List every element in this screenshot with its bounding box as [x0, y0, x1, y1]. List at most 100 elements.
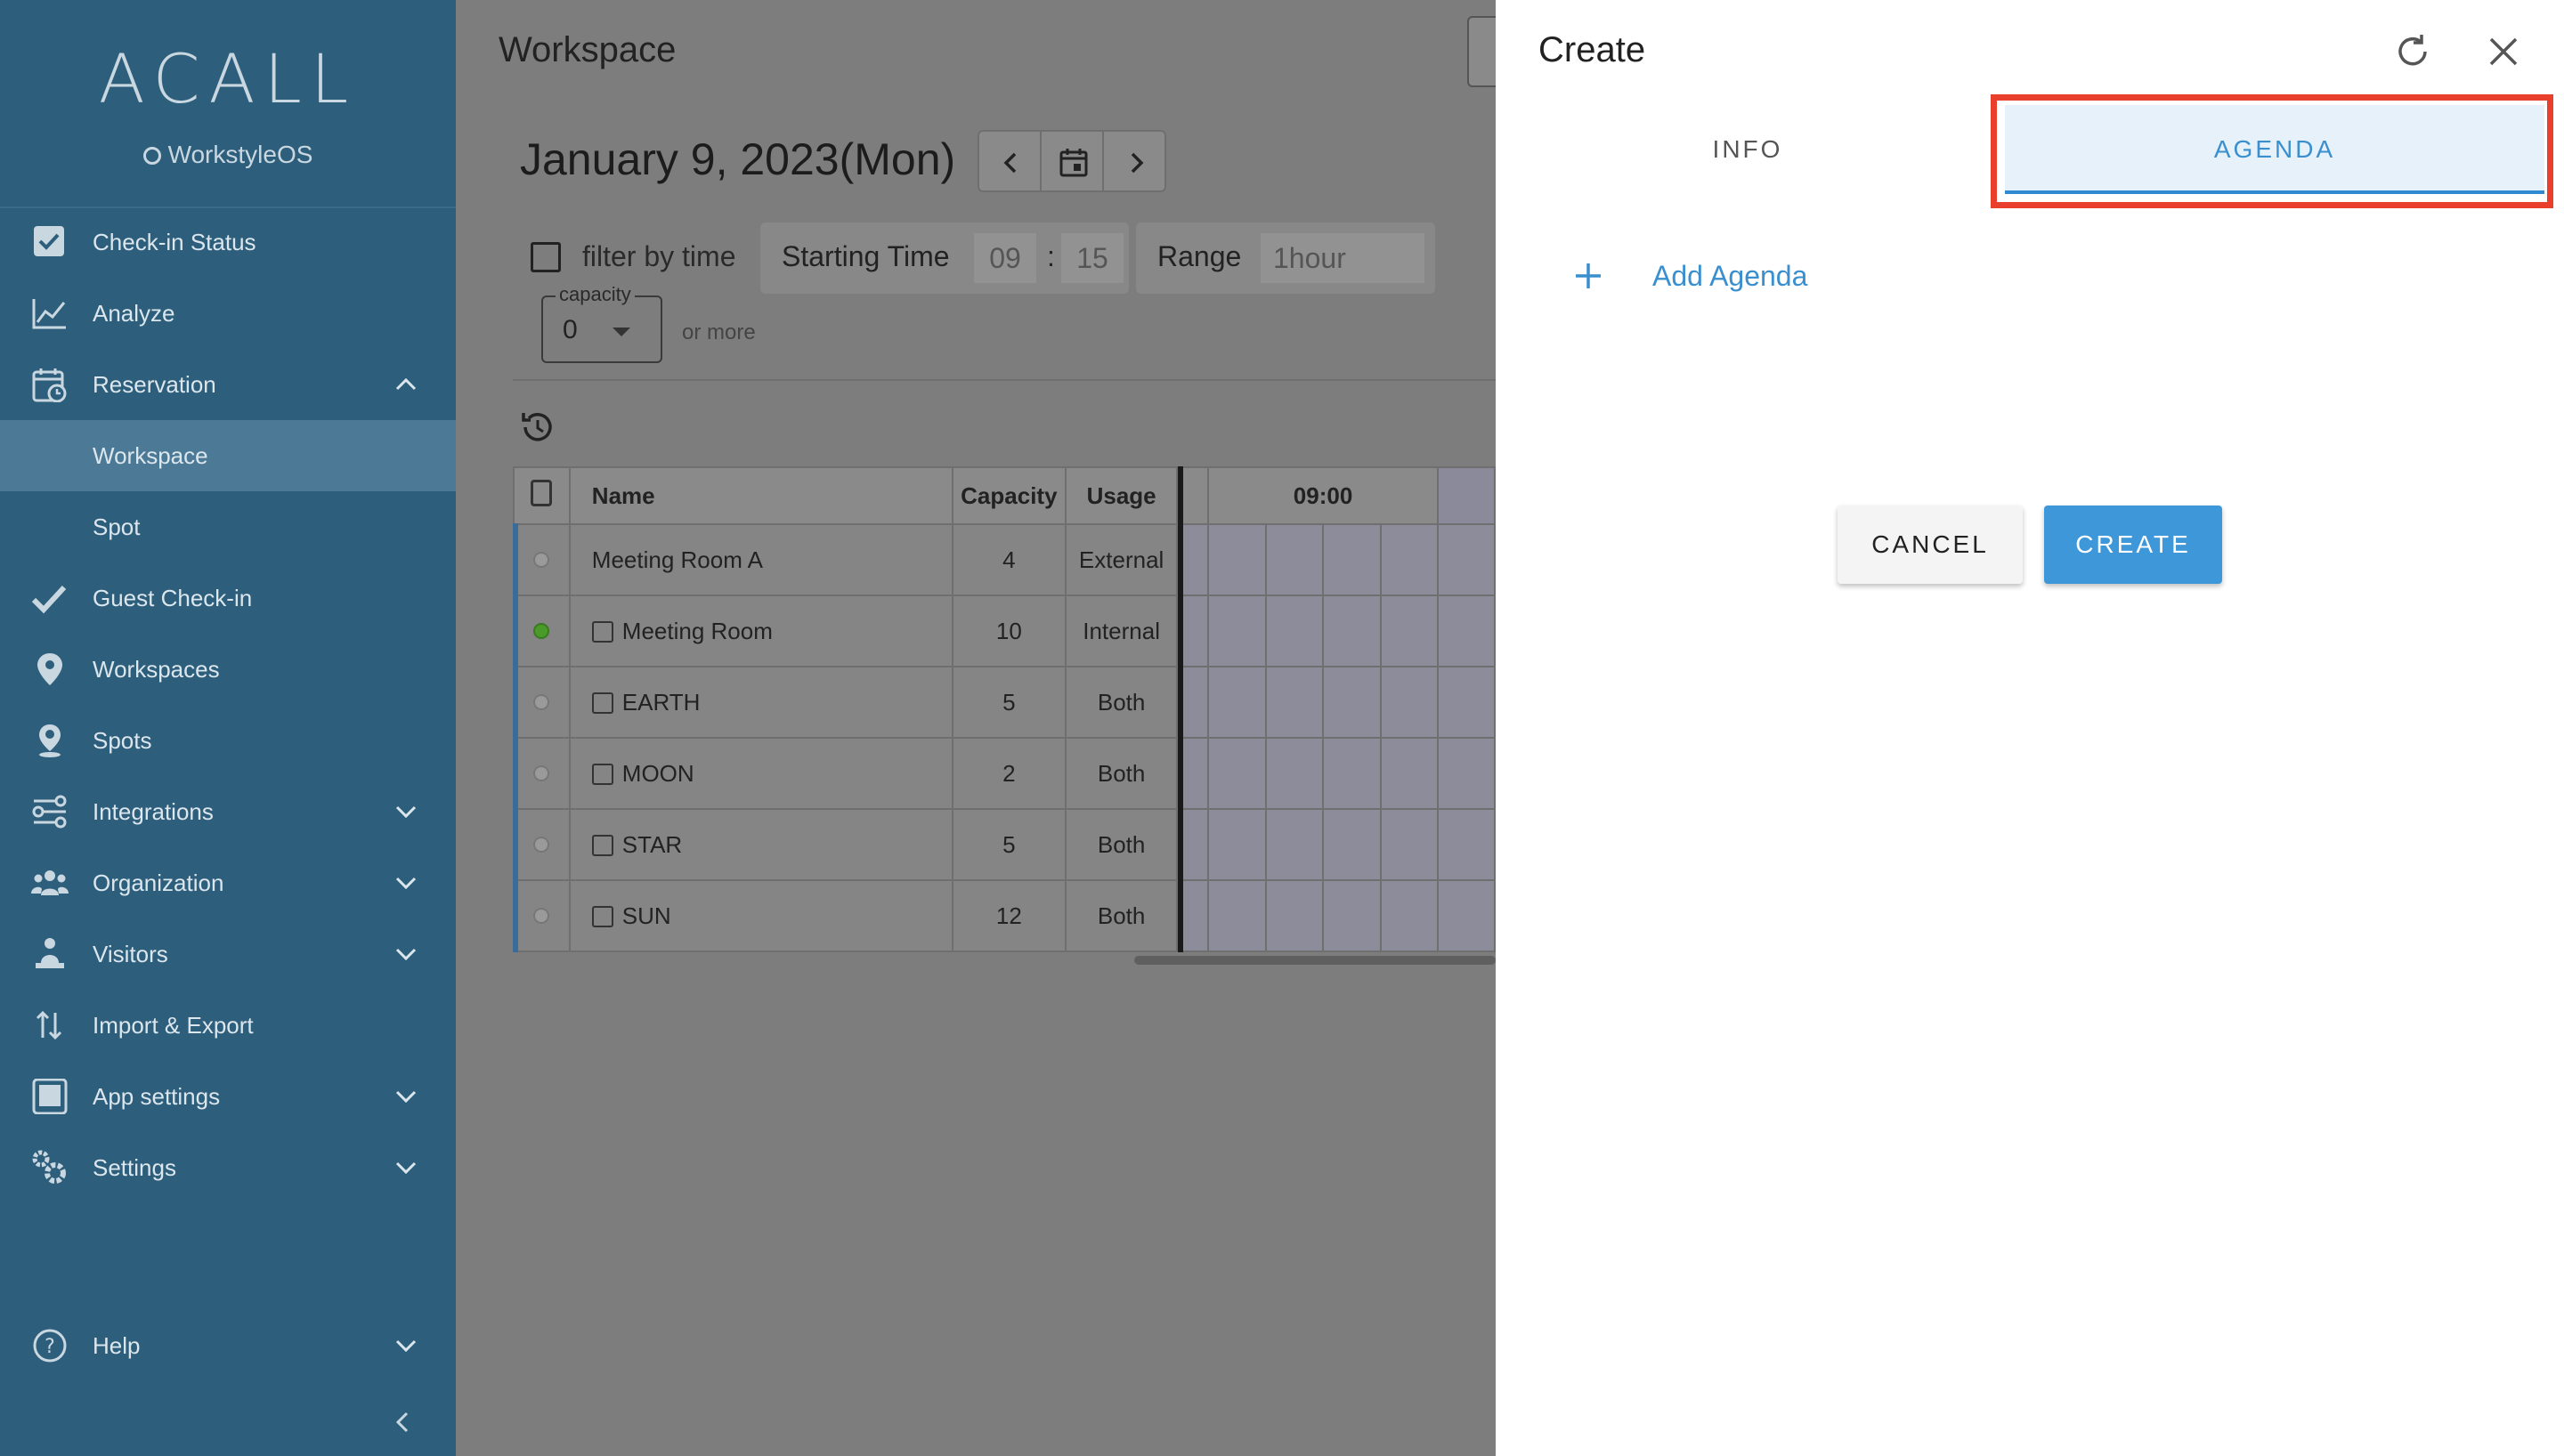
select-all-cell[interactable]	[513, 466, 571, 525]
timeline-slot[interactable]	[1264, 879, 1325, 952]
starting-hour-input[interactable]: 09	[974, 233, 1036, 283]
tab-info[interactable]: INFO	[1496, 105, 2000, 194]
sidebar-item-organization[interactable]: Organization	[0, 847, 456, 918]
timeline-slot[interactable]	[1379, 666, 1439, 739]
sidebar-item-label: Organization	[93, 869, 224, 896]
sidebar-item-guest-check-in[interactable]: Guest Check-in	[0, 562, 456, 634]
row-checkbox[interactable]	[591, 905, 613, 927]
row-select[interactable]	[513, 808, 571, 881]
sidebar-item-app-settings[interactable]: App settings	[0, 1061, 456, 1132]
timeline-slot[interactable]	[1264, 808, 1325, 881]
timeline-slot[interactable]	[1264, 737, 1325, 810]
row-name: STAR	[621, 830, 683, 858]
sidebar-item-reservation[interactable]: Reservation	[0, 349, 456, 420]
sidebar-item-workspace[interactable]: Workspace	[0, 420, 456, 491]
row-select[interactable]	[513, 879, 571, 952]
column-header-usage[interactable]: Usage	[1065, 466, 1179, 525]
timeline-slot[interactable]	[1379, 879, 1439, 952]
timeline-slot[interactable]	[1322, 737, 1382, 810]
row-usage: Both	[1065, 879, 1179, 952]
timeline-slot[interactable]	[1181, 879, 1210, 952]
row-select[interactable]	[513, 666, 571, 739]
timeline-slot[interactable]	[1264, 666, 1325, 739]
refresh-history-icon[interactable]	[518, 408, 557, 447]
row-checkbox[interactable]	[591, 763, 613, 785]
timeline-slot[interactable]	[1207, 808, 1267, 881]
column-header-name[interactable]: Name	[568, 466, 953, 525]
timeline-slot[interactable]	[1207, 595, 1267, 667]
reset-icon[interactable]	[2391, 30, 2434, 73]
sidebar-item-spot[interactable]: Spot	[0, 491, 456, 562]
sidebar-item-import-export[interactable]: Import & Export	[0, 990, 456, 1061]
timeline-slot[interactable]	[1322, 666, 1382, 739]
timeline-slot[interactable]	[1322, 808, 1382, 881]
timeline-slot[interactable]	[1207, 666, 1267, 739]
row-checkbox[interactable]	[591, 834, 613, 856]
horizontal-scrollbar[interactable]	[1134, 956, 1496, 965]
filter-by-time-checkbox[interactable]	[531, 242, 561, 272]
timeline-slot[interactable]	[1322, 879, 1382, 952]
sidebar-item-analyze[interactable]: Analyze	[0, 278, 456, 349]
table-row[interactable]: SUN 12 Both	[513, 879, 1497, 952]
timeline-slot[interactable]	[1322, 595, 1382, 667]
timeline-slot[interactable]	[1181, 595, 1210, 667]
timeline-slot[interactable]	[1436, 808, 1497, 881]
row-select[interactable]	[513, 595, 571, 667]
sidebar-item-integrations[interactable]: Integrations	[0, 776, 456, 847]
timeline-slot[interactable]	[1322, 523, 1382, 596]
previous-day-button[interactable]	[978, 130, 1042, 192]
timeline-slot[interactable]	[1207, 737, 1267, 810]
tablet-checkbox-icon[interactable]	[531, 479, 553, 506]
row-checkbox[interactable]	[591, 620, 613, 643]
timeline-slot[interactable]	[1181, 666, 1210, 739]
timeline-slot[interactable]	[1181, 808, 1210, 881]
timeline-slot[interactable]	[1379, 595, 1439, 667]
timeline-slot[interactable]	[1207, 879, 1267, 952]
timeline-slot[interactable]	[1181, 523, 1210, 596]
table-row[interactable]: STAR 5 Both	[513, 808, 1497, 881]
sidebar-item-workspaces[interactable]: Workspaces	[0, 634, 456, 705]
row-select[interactable]	[513, 523, 571, 596]
timeline-slot[interactable]	[1436, 523, 1497, 596]
add-agenda-button[interactable]: Add Agenda	[1652, 260, 1807, 293]
row-select[interactable]	[513, 737, 571, 810]
timeline-slot[interactable]	[1436, 879, 1497, 952]
calendar-button[interactable]	[1040, 130, 1104, 192]
table-row[interactable]: Meeting Room 10 Internal	[513, 595, 1497, 667]
timeline-slot[interactable]	[1181, 737, 1210, 810]
row-name-cell: MOON	[568, 737, 953, 810]
table-row[interactable]: MOON 2 Both	[513, 737, 1497, 810]
table-row[interactable]: Meeting Room A 4 External	[513, 523, 1497, 596]
timeline-slot[interactable]	[1379, 737, 1439, 810]
sidebar-item-spots[interactable]: Spots	[0, 705, 456, 776]
create-button[interactable]: CREATE	[2044, 506, 2222, 584]
range-select[interactable]: 1hour	[1261, 233, 1424, 283]
close-icon[interactable]	[2484, 32, 2523, 71]
timeline-slot[interactable]	[1264, 523, 1325, 596]
sidebar-item-check-in-status[interactable]: Check-in Status	[0, 206, 456, 278]
timeline-slot[interactable]	[1264, 595, 1325, 667]
timeline-slot[interactable]	[1207, 523, 1267, 596]
plus-icon[interactable]	[1570, 258, 1606, 294]
sidebar-item-settings[interactable]: Settings	[0, 1132, 456, 1203]
row-name: EARTH	[621, 688, 701, 716]
timeline-slot[interactable]	[1436, 595, 1497, 667]
sidebar-item-visitors[interactable]: Visitors	[0, 918, 456, 990]
timeline-slot[interactable]	[1436, 666, 1497, 739]
collapse-sidebar-icon[interactable]	[385, 1404, 420, 1440]
row-checkbox[interactable]	[591, 692, 613, 714]
starting-minute-input[interactable]: 15	[1061, 233, 1124, 283]
timeline-slot[interactable]	[1379, 523, 1439, 596]
next-day-button[interactable]	[1102, 130, 1166, 192]
filter-by-time-label: filter by time	[582, 240, 736, 272]
cancel-button[interactable]: CANCEL	[1838, 506, 2023, 584]
column-header-capacity[interactable]: Capacity	[951, 466, 1067, 525]
timeline-slot[interactable]	[1379, 808, 1439, 881]
sidebar-item-label: Integrations	[93, 797, 214, 825]
capacity-select[interactable]: capacity 0	[541, 283, 662, 363]
chevron-right-icon	[1131, 152, 1144, 174]
timeline-slot[interactable]	[1436, 737, 1497, 810]
table-row[interactable]: EARTH 5 Both	[513, 666, 1497, 739]
people-group-icon	[31, 870, 69, 895]
sidebar-item-help[interactable]: ? Help	[0, 1310, 456, 1381]
